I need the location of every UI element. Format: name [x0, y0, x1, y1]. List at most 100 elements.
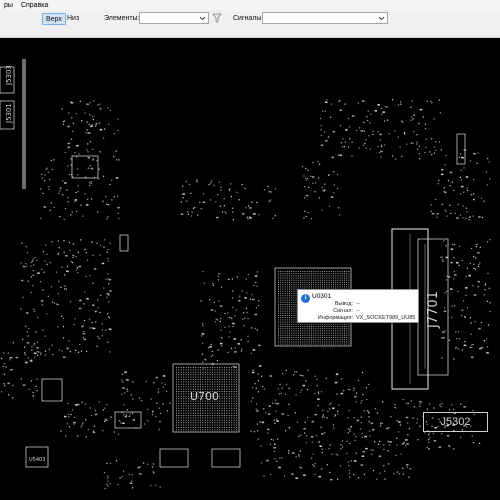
side-top-button[interactable]: Верх: [42, 13, 66, 25]
ball-pad: [282, 330, 284, 332]
ball-pad: [300, 337, 301, 338]
pad: [214, 321, 216, 323]
pad: [126, 379, 129, 381]
right-connector[interactable]: [456, 133, 466, 165]
side-bottom-button[interactable]: Низ: [64, 13, 82, 25]
pad: [435, 198, 437, 201]
ball-pad: [328, 277, 330, 279]
pad: [384, 106, 387, 108]
pad: [92, 118, 94, 120]
ball-pad: [216, 381, 218, 383]
pad: [247, 340, 249, 343]
mid-ic-2[interactable]: [41, 378, 63, 402]
pad: [2, 365, 4, 367]
ball-pad: [282, 275, 284, 277]
pad: [237, 343, 240, 345]
pad: [252, 298, 255, 301]
ball-pad: [204, 429, 206, 431]
pad: [486, 241, 489, 243]
pad: [49, 262, 52, 264]
ball-pad: [286, 293, 288, 294]
ball-pad: [178, 417, 180, 419]
ball-pad: [228, 393, 230, 395]
ball-pad: [231, 422, 233, 424]
pad: [469, 216, 471, 218]
ball-pad: [326, 323, 328, 325]
pad: [131, 487, 134, 489]
pad: [336, 173, 339, 176]
ball-pad: [335, 271, 337, 272]
board-view[interactable]: J7701 U700 J5303 J5301 U5403 J5302: [0, 39, 500, 500]
pad: [312, 182, 314, 184]
pad: [378, 455, 382, 457]
bottom-ic-2[interactable]: [211, 448, 241, 468]
ball-pad: [286, 308, 288, 310]
pad: [459, 193, 462, 195]
pad: [89, 327, 91, 329]
ball-pad: [209, 379, 211, 380]
pad: [42, 192, 44, 194]
pad: [26, 252, 29, 254]
pad: [62, 317, 65, 319]
ball-pad: [284, 332, 286, 334]
ball-pad: [224, 429, 225, 431]
elements-combobox[interactable]: [139, 12, 209, 24]
pad: [311, 441, 313, 443]
mid-ic-1[interactable]: [114, 411, 142, 429]
pad: [60, 286, 62, 288]
pad: [406, 466, 408, 468]
pad: [159, 486, 161, 488]
ball-pad: [180, 407, 182, 409]
ball-pad: [190, 429, 192, 431]
funnel-icon[interactable]: [212, 12, 222, 24]
pad: [255, 307, 257, 309]
pad: [256, 410, 259, 412]
ball-pad: [228, 398, 230, 400]
ball-pad: [212, 376, 213, 378]
pad: [463, 406, 466, 408]
menu-item-help[interactable]: Справка: [17, 2, 52, 9]
pad: [342, 446, 344, 448]
pad: [30, 265, 32, 267]
ball-pad: [278, 321, 279, 323]
pad: [481, 216, 483, 219]
pad: [304, 210, 306, 212]
bottom-ic-1[interactable]: [159, 448, 189, 468]
menu-item-window[interactable]: ры: [0, 2, 17, 9]
pad: [473, 267, 475, 269]
pad: [267, 432, 269, 434]
pad: [221, 345, 223, 347]
pad: [381, 146, 383, 148]
pad: [348, 472, 351, 474]
pad: [339, 154, 342, 156]
ball-pad: [207, 427, 209, 428]
small-connector[interactable]: [119, 234, 129, 252]
pad: [228, 326, 230, 328]
ball-pad: [286, 337, 288, 338]
ball-pad: [236, 407, 237, 409]
signals-combobox[interactable]: [262, 12, 388, 24]
ball-pad: [185, 398, 187, 400]
ball-pad: [315, 337, 317, 338]
ball-pad: [202, 422, 204, 424]
ball-pad: [207, 429, 209, 431]
pad: [433, 440, 437, 442]
pad: [155, 376, 159, 379]
ball-pad: [212, 419, 213, 421]
top-left-ic[interactable]: [71, 155, 99, 179]
pad: [87, 132, 90, 134]
ball-pad: [302, 284, 304, 286]
pad: [244, 187, 246, 189]
pad: [71, 138, 73, 140]
pad: [48, 188, 50, 190]
ball-pad: [180, 417, 182, 419]
ball-pad: [224, 371, 225, 373]
pad: [87, 428, 89, 431]
ball-pad: [282, 312, 284, 314]
pad: [93, 268, 97, 270]
pad: [231, 278, 233, 280]
pad: [318, 440, 320, 443]
ball-pad: [180, 374, 182, 376]
pad: [455, 331, 457, 333]
ball-pad: [216, 367, 218, 368]
